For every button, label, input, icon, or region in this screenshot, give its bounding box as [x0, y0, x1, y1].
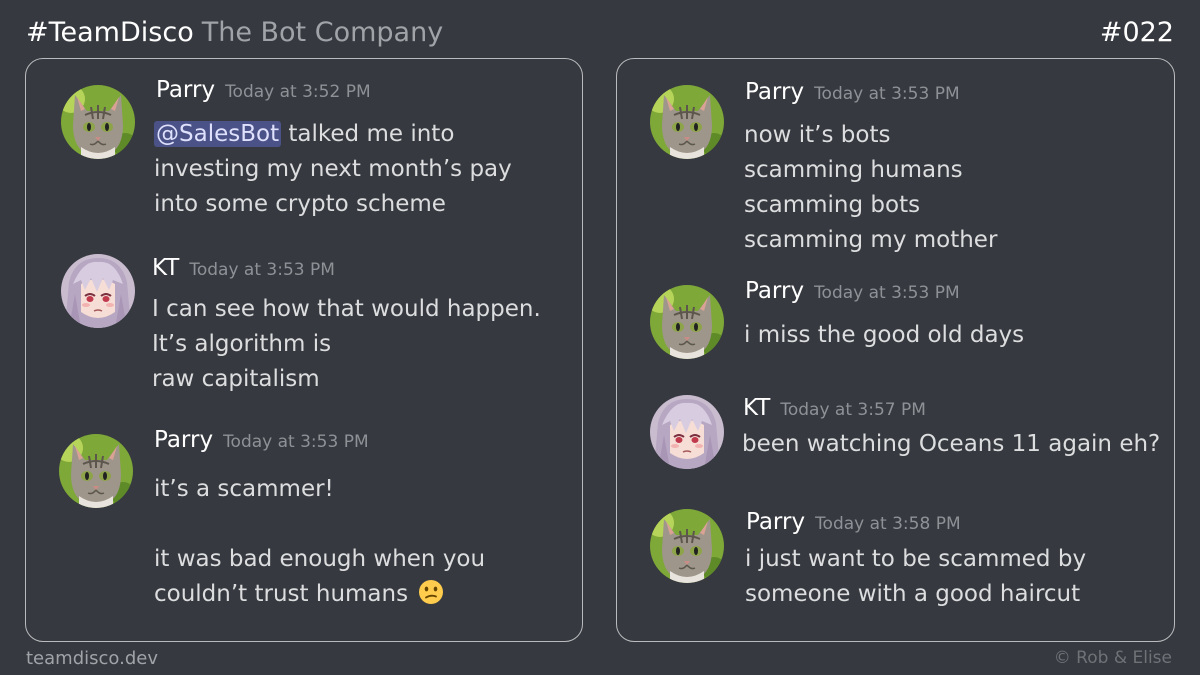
message-body: @SalesBot talked me into investing my ne… [154, 117, 512, 222]
timestamp: Today at 3:57 PM [780, 400, 926, 420]
author-name[interactable]: Parry [745, 79, 804, 105]
timestamp: Today at 3:52 PM [225, 82, 371, 102]
message-body: I can see how that would happen. It’s al… [152, 292, 541, 397]
message-text: scamming bots [744, 192, 921, 218]
message-text: now it’s bots [744, 122, 891, 148]
header-title: #TeamDisco The Bot Company [26, 16, 443, 50]
message-text: been watching Oceans 11 again eh? [742, 431, 1161, 457]
confused-face-icon [418, 579, 444, 616]
site-link[interactable]: teamdisco.dev [26, 648, 158, 669]
cat-avatar-icon[interactable] [59, 434, 133, 508]
message-text: i just want to be scammed by [745, 546, 1087, 572]
message-body: i miss the good old days [744, 318, 1024, 353]
timestamp: Today at 3:53 PM [223, 432, 369, 452]
cat-avatar-icon[interactable] [61, 85, 135, 159]
message-text: into some crypto scheme [154, 191, 446, 217]
message-text: investing my next month’s pay [154, 156, 512, 182]
author-name[interactable]: Parry [156, 77, 215, 103]
brand-name: The Bot Company [201, 17, 444, 48]
copyright-text: © Rob & Elise [1053, 648, 1172, 668]
cat-avatar-icon[interactable] [650, 85, 724, 159]
message-text: it was bad enough when you [154, 546, 486, 572]
user-mention[interactable]: @SalesBot [154, 121, 282, 147]
timestamp: Today at 3:58 PM [815, 514, 961, 534]
author-name[interactable]: KT [743, 395, 770, 421]
author-name[interactable]: Parry [154, 427, 213, 453]
message-text: someone with a good haircut [745, 581, 1081, 607]
message-header: Parry Today at 3:58 PM [746, 509, 961, 535]
timestamp: Today at 3:53 PM [814, 84, 960, 104]
anime-girl-avatar-icon[interactable] [61, 254, 135, 328]
timestamp: Today at 3:53 PM [814, 283, 960, 303]
message-text: I can see how that would happen. [152, 296, 541, 322]
message-body: i just want to be scammed by someone wit… [745, 542, 1086, 612]
author-name[interactable]: Parry [745, 278, 804, 304]
cat-avatar-icon[interactable] [650, 509, 724, 583]
message-text: it’s a scammer! [154, 476, 334, 502]
message-text: scamming my mother [744, 227, 998, 253]
message-text: talked me into [281, 121, 455, 147]
timestamp: Today at 3:53 PM [189, 260, 335, 280]
message-header: Parry Today at 3:52 PM [156, 77, 371, 103]
message-text: It’s algorithm is [152, 331, 332, 357]
message-body: now it’s bots scamming humans scamming b… [744, 118, 997, 258]
episode-number: #022 [1099, 17, 1174, 48]
message-header: Parry Today at 3:53 PM [154, 427, 369, 453]
message-header: Parry Today at 3:53 PM [745, 278, 960, 304]
author-name[interactable]: Parry [746, 509, 805, 535]
message-text [154, 507, 485, 542]
brand-tag: #TeamDisco [26, 17, 194, 48]
chat-panel-right: Parry Today at 3:53 PM now it’s bots scam… [616, 58, 1175, 642]
cat-avatar-icon[interactable] [650, 285, 724, 359]
chat-panel-left: Parry Today at 3:52 PM @SalesBot talked m… [25, 58, 583, 642]
message-body: been watching Oceans 11 again eh? [742, 427, 1160, 462]
message-text: couldn’t trust humans [154, 581, 409, 607]
author-name[interactable]: KT [152, 255, 179, 281]
message-header: KT Today at 3:53 PM [152, 255, 335, 281]
anime-girl-avatar-icon[interactable] [650, 395, 724, 469]
message-header: KT Today at 3:57 PM [743, 395, 926, 421]
message-header: Parry Today at 3:53 PM [745, 79, 960, 105]
message-body: it’s a scammer! it was bad enough when y… [154, 472, 485, 612]
message-text: i miss the good old days [744, 322, 1025, 348]
message-text: scamming humans [744, 157, 963, 183]
message-text: raw capitalism [152, 366, 320, 392]
